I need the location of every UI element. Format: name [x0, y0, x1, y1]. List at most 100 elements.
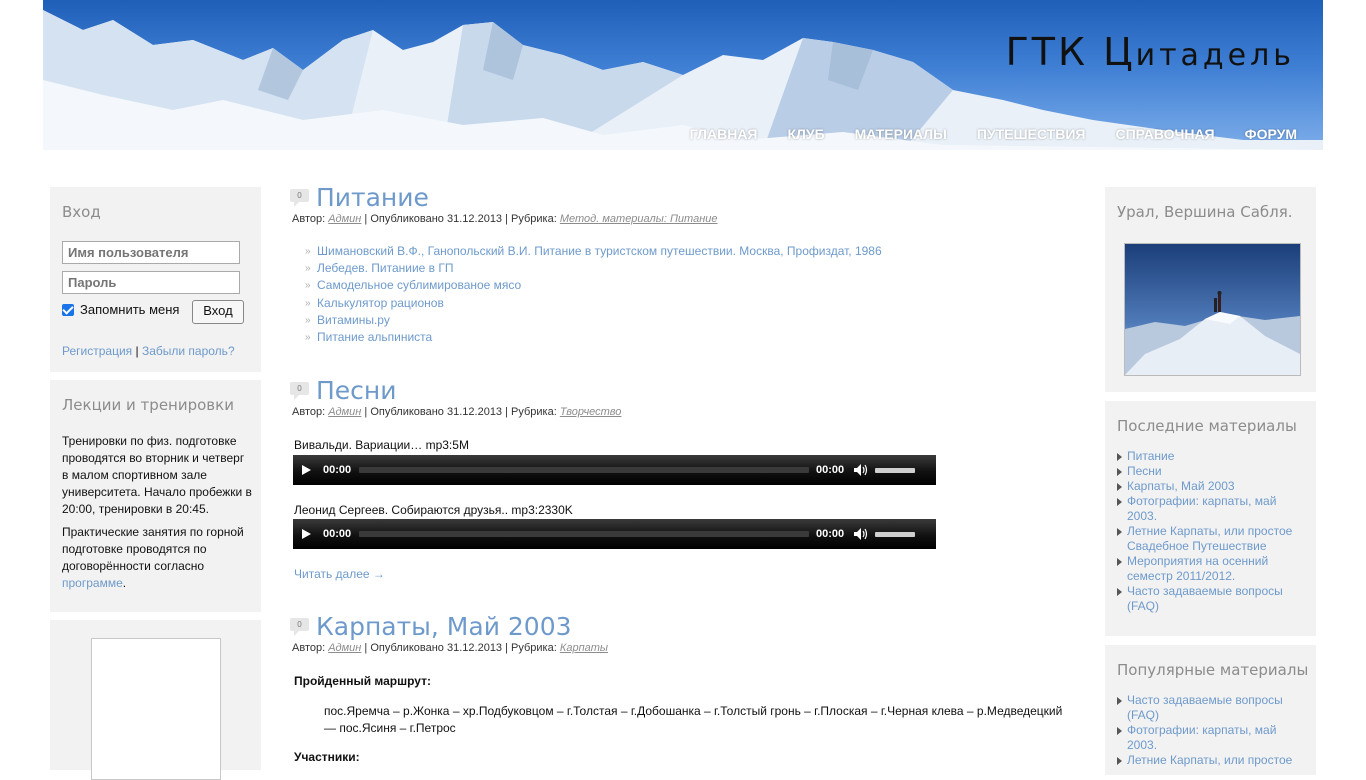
- list-item: Питание: [1117, 449, 1307, 464]
- summit-photo[interactable]: [1124, 243, 1301, 376]
- forgot-password-link[interactable]: Забыли пароль?: [142, 344, 235, 358]
- volume-icon[interactable]: [854, 464, 868, 476]
- program-link[interactable]: программе: [62, 576, 123, 590]
- lectures-paragraph-1: Тренировки по физ. подготовке проводятся…: [62, 434, 252, 516]
- list-item: Фотографии: карпаты, май 2003.: [1117, 494, 1307, 524]
- resource-link[interactable]: Шимановский В.Ф., Ганопольский В.И. Пита…: [317, 244, 882, 258]
- play-icon[interactable]: [302, 529, 311, 539]
- category-link[interactable]: Метод. материалы: Питание: [560, 213, 718, 225]
- banner-frame[interactable]: [91, 638, 221, 780]
- lectures-text: Тренировки по физ. подготовке проводятся…: [62, 433, 252, 598]
- participants-heading: Участники:: [294, 750, 360, 764]
- list-item: Карпаты, Май 2003: [1117, 479, 1307, 494]
- post-meta: Автор: Админ | Опубликовано 31.12.2013 |…: [292, 406, 622, 418]
- nav-item-reference[interactable]: СПРАВОЧНАЯ: [1115, 126, 1214, 142]
- author-link[interactable]: Админ: [328, 642, 361, 654]
- password-input[interactable]: [62, 271, 240, 294]
- latest-material-link[interactable]: Мероприятия на осенний семестр 2011/2012…: [1127, 554, 1268, 583]
- login-widget: Вход Запомнить меня Вход Регистрация | З…: [50, 187, 261, 372]
- latest-materials-title: Последние материалы: [1117, 417, 1297, 435]
- nav-item-home[interactable]: ГЛАВНАЯ: [690, 126, 758, 142]
- list-item: Витамины.ру: [305, 312, 882, 329]
- audio-player: 00:00 00:00: [293, 519, 936, 549]
- progress-rail[interactable]: [359, 467, 809, 473]
- nav-item-forum[interactable]: ФОРУМ: [1245, 126, 1297, 142]
- photo-widget: Урал, Вершина Сабля.: [1105, 187, 1316, 392]
- nutrition-links-list: Шимановский В.Ф., Ганопольский В.И. Пита…: [305, 243, 882, 346]
- link-separator: |: [135, 344, 139, 358]
- volume-icon[interactable]: [854, 528, 868, 540]
- route-heading: Пройденный маршрут:: [294, 674, 431, 688]
- nav-item-materials[interactable]: МАТЕРИАЛЫ: [855, 126, 947, 142]
- latest-material-link[interactable]: Летние Карпаты, или простое Свадебное Пу…: [1127, 524, 1292, 553]
- list-item: Часто задаваемые вопросы (FAQ): [1117, 584, 1307, 614]
- audio-player: 00:00 00:00: [293, 455, 936, 485]
- login-widget-title: Вход: [62, 203, 101, 221]
- site-title[interactable]: ГТК Цитадель: [1006, 30, 1295, 74]
- latest-material-link[interactable]: Песни: [1127, 464, 1162, 478]
- list-item: Лебедев. Питаниие в ГП: [305, 260, 882, 277]
- track-label: Леонид Сергеев. Собираются друзья.. mp3:…: [294, 503, 573, 517]
- resource-link[interactable]: Лебедев. Питаниие в ГП: [317, 261, 454, 275]
- current-time: 00:00: [323, 464, 352, 476]
- list-item: Часто задаваемые вопросы (FAQ): [1117, 693, 1307, 723]
- popular-materials-list: Часто задаваемые вопросы (FAQ) Фотографи…: [1117, 693, 1307, 768]
- nav-item-travels[interactable]: ПУТЕШЕСТВИЯ: [977, 126, 1086, 142]
- checkbox-checked-icon[interactable]: [62, 303, 74, 316]
- latest-material-link[interactable]: Часто задаваемые вопросы (FAQ): [1127, 584, 1283, 613]
- post-date: 31.12.2013: [447, 642, 503, 654]
- play-icon[interactable]: [302, 465, 311, 475]
- author-link[interactable]: Админ: [328, 213, 361, 225]
- list-item: Летние Карпаты, или простое Свадебное Пу…: [1117, 524, 1307, 554]
- latest-materials-list: Питание Песни Карпаты, Май 2003 Фотограф…: [1117, 449, 1307, 614]
- popular-material-link[interactable]: Летние Карпаты, или простое: [1127, 753, 1292, 767]
- login-button[interactable]: Вход: [192, 300, 244, 324]
- list-item: Мероприятия на осенний семестр 2011/2012…: [1117, 554, 1307, 584]
- remember-me-checkbox[interactable]: Запомнить меня: [62, 302, 179, 317]
- list-item: Песни: [1117, 464, 1307, 479]
- photo-widget-title: Урал, Вершина Сабля.: [1117, 203, 1293, 221]
- login-links: Регистрация | Забыли пароль?: [62, 344, 235, 358]
- resource-link[interactable]: Питание альпиниста: [317, 330, 432, 344]
- list-item: Самодельное сублимированое мясо: [305, 277, 882, 294]
- register-link[interactable]: Регистрация: [62, 344, 132, 358]
- comment-count-icon[interactable]: 0: [290, 618, 309, 636]
- latest-material-link[interactable]: Карпаты, Май 2003: [1127, 479, 1235, 493]
- current-time: 00:00: [323, 528, 352, 540]
- username-input[interactable]: [62, 241, 240, 264]
- post-meta: Автор: Админ | Опубликовано 31.12.2013 |…: [292, 213, 718, 225]
- author-link[interactable]: Админ: [328, 406, 361, 418]
- volume-slider[interactable]: [875, 532, 915, 537]
- latest-material-link[interactable]: Питание: [1127, 449, 1174, 463]
- popular-material-link[interactable]: Фотографии: карпаты, май 2003.: [1127, 723, 1276, 752]
- post-title[interactable]: Карпаты, Май 2003: [316, 612, 572, 641]
- resource-link[interactable]: Витамины.ру: [317, 313, 390, 327]
- post-date: 31.12.2013: [447, 406, 503, 418]
- duration: 00:00: [816, 464, 845, 476]
- track-label: Вивальди. Вариации… mp3:5M: [294, 438, 469, 452]
- comment-count-icon[interactable]: 0: [290, 189, 309, 207]
- nav-item-club[interactable]: КЛУБ: [788, 126, 825, 142]
- latest-material-link[interactable]: Фотографии: карпаты, май 2003.: [1127, 494, 1276, 523]
- resource-link[interactable]: Самодельное сублимированое мясо: [317, 278, 521, 292]
- lectures-paragraph-2: Практические занятия по горной подготовк…: [62, 525, 244, 590]
- list-item: Питание альпиниста: [305, 329, 882, 346]
- comment-count-icon[interactable]: 0: [290, 382, 309, 400]
- category-link[interactable]: Карпаты: [560, 642, 608, 654]
- list-item: Калькулятор рационов: [305, 295, 882, 312]
- post-title[interactable]: Питание: [316, 183, 429, 212]
- post-date: 31.12.2013: [447, 213, 503, 225]
- post-meta: Автор: Админ | Опубликовано 31.12.2013 |…: [292, 642, 609, 654]
- volume-slider[interactable]: [875, 468, 915, 473]
- banner-widget: [50, 620, 261, 780]
- category-link[interactable]: Творчество: [560, 406, 622, 418]
- popular-material-link[interactable]: Часто задаваемые вопросы (FAQ): [1127, 693, 1283, 722]
- site-header: ГТК Цитадель ГЛАВНАЯ КЛУБ МАТЕРИАЛЫ ПУТЕ…: [43, 0, 1323, 150]
- progress-rail[interactable]: [359, 531, 809, 537]
- list-item: Фотографии: карпаты, май 2003.: [1117, 723, 1307, 753]
- read-more-link[interactable]: Читать далее →: [294, 567, 385, 581]
- resource-link[interactable]: Калькулятор рационов: [317, 296, 444, 310]
- post-title[interactable]: Песни: [316, 376, 397, 405]
- popular-materials-widget: Популярные материалы Часто задаваемые во…: [1105, 645, 1316, 775]
- lectures-widget-title: Лекции и тренировки: [62, 396, 234, 414]
